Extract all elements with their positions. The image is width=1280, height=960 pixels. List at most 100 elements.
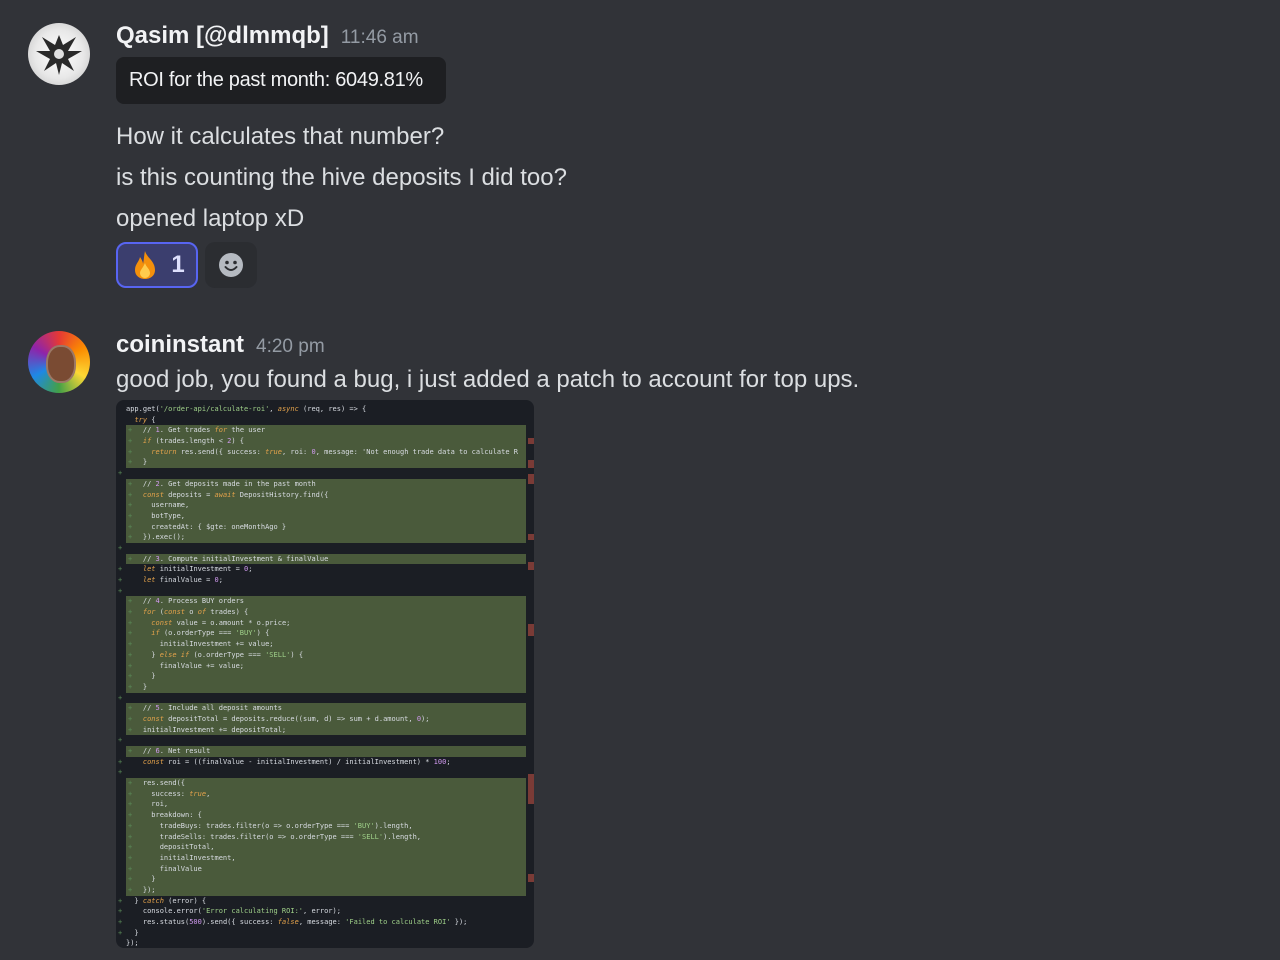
- code-line: + username,: [126, 500, 526, 511]
- code-text: tradeSells: trades.filter(o => o.orderTy…: [126, 832, 422, 841]
- code-text: }: [126, 928, 139, 937]
- diff-gutter-marker: +: [118, 565, 123, 574]
- code-line: + depositTotal,: [126, 842, 526, 853]
- code-line: + return res.send({ success: true, roi: …: [126, 446, 526, 458]
- code-line: + let finalValue = 0;: [116, 575, 534, 586]
- code-text: if (o.orderType === 'BUY') {: [151, 629, 270, 638]
- code-line: + // 6. Net result: [126, 746, 526, 757]
- code-text: initialInvestment,: [126, 853, 236, 862]
- message-text: good job, you found a bug, i just added …: [116, 366, 860, 393]
- code-text: depositTotal,: [126, 843, 215, 852]
- code-line: + }: [126, 671, 526, 682]
- code-line: + tradeBuys: trades.filter(o => o.orderT…: [126, 820, 526, 832]
- code-text: // 5. Include all deposit amounts: [126, 704, 282, 713]
- code-line: + } catch (error) {: [116, 896, 534, 907]
- code-line: + res.status(500).send({ success: false,…: [116, 917, 534, 928]
- avatar-face: [46, 345, 76, 383]
- code-text: initialInvestment += value;: [126, 640, 274, 649]
- code-line: + if (o.orderType === 'BUY') {: [126, 628, 526, 640]
- code-text: } catch (error) {: [126, 896, 207, 905]
- code-lines: app.get('/order-api/calculate-roi', asyn…: [116, 404, 534, 948]
- code-line: + tradeSells: trades.filter(o => o.order…: [126, 831, 526, 843]
- code-text: tradeBuys: trades.filter(o => o.orderTyp…: [126, 821, 413, 830]
- code-text: // 2. Get deposits made in the past mont…: [126, 479, 316, 488]
- code-text: if (trades.length < 2) {: [142, 437, 245, 446]
- diff-gutter-marker: +: [118, 896, 123, 905]
- code-text: roi,: [126, 800, 169, 809]
- code-text: breakdown: {: [126, 811, 202, 820]
- code-line: + const roi = ((finalValue - initialInve…: [116, 757, 534, 768]
- code-line: + console.error('Error calculating ROI:'…: [116, 906, 534, 917]
- diff-gutter-marker: +: [118, 586, 123, 595]
- code-line: +: [116, 735, 534, 746]
- code-line: + finalValue += value;: [126, 660, 526, 672]
- code-text: finalValue: [126, 864, 202, 873]
- diff-gutter-marker: +: [118, 907, 123, 916]
- code-text: console.error('Error calculating ROI:', …: [126, 907, 341, 916]
- diff-gutter-marker: +: [118, 757, 123, 766]
- user-avatar[interactable]: [28, 331, 90, 393]
- code-line: + // 2. Get deposits made in the past mo…: [126, 478, 526, 490]
- diff-gutter-marker: +: [118, 693, 123, 702]
- code-line: + } else if (o.orderType === 'SELL') {: [126, 649, 526, 661]
- message-2: coininstant 4:20 pm good job, you found …: [0, 0, 1280, 960]
- code-text: for (const o of trades) {: [142, 608, 249, 617]
- code-text: }).exec();: [126, 533, 186, 542]
- code-line: + // 3. Compute initialInvestment & fina…: [126, 553, 526, 565]
- code-text: try {: [134, 415, 156, 424]
- code-line: + breakdown: {: [126, 810, 526, 821]
- code-line: +: [116, 693, 534, 704]
- code-line: + const value = o.amount * o.price;: [126, 617, 526, 629]
- code-line: +: [116, 543, 534, 554]
- code-text: const value = o.amount * o.price;: [151, 618, 291, 627]
- code-text: }: [126, 875, 156, 884]
- timestamp[interactable]: 4:20 pm: [256, 336, 325, 358]
- code-text: }: [126, 672, 156, 681]
- code-line: + for (const o of trades) {: [126, 607, 526, 618]
- code-line: + botType,: [126, 510, 526, 522]
- code-line: + }: [116, 928, 534, 939]
- code-line: + }: [126, 457, 526, 469]
- diff-gutter-marker: +: [118, 768, 123, 777]
- code-line: + }: [126, 874, 526, 885]
- code-line: + createdAt: { $gte: oneMonthAgo }: [126, 521, 526, 533]
- code-line: +: [116, 767, 534, 778]
- code-text: let finalValue = 0;: [142, 576, 223, 584]
- code-text: }: [126, 682, 148, 691]
- code-text: finalValue += value;: [126, 661, 245, 670]
- code-text: initialInvestment += depositTotal;: [126, 725, 287, 734]
- code-text: app.get('/order-api/calculate-roi', asyn…: [126, 405, 367, 413]
- username[interactable]: coininstant: [116, 331, 244, 359]
- code-line: app.get('/order-api/calculate-roi', asyn…: [116, 404, 534, 415]
- code-text: });: [126, 939, 139, 948]
- code-text: const deposits = await DepositHistory.fi…: [142, 490, 329, 499]
- code-line: + const depositTotal = deposits.reduce((…: [126, 713, 526, 725]
- code-line: + finalValue: [126, 863, 526, 875]
- scrollbar-minimap[interactable]: [526, 414, 534, 948]
- code-line: + roi,: [126, 799, 526, 811]
- code-text: success: true,: [126, 789, 211, 798]
- code-text: createdAt: { $gte: oneMonthAgo }: [126, 522, 287, 531]
- code-text: // 4. Process BUY orders: [126, 597, 245, 606]
- code-text: const depositTotal = deposits.reduce((su…: [142, 714, 430, 723]
- code-line: });: [116, 938, 534, 948]
- code-line: try {: [116, 415, 534, 426]
- code-line: + const deposits = await DepositHistory.…: [126, 489, 526, 501]
- code-line: + initialInvestment,: [126, 852, 526, 864]
- diff-gutter-marker: +: [118, 928, 123, 937]
- code-line: + res.send({: [126, 778, 526, 789]
- diff-gutter-marker: +: [118, 469, 123, 478]
- code-text: res.status(500).send({ success: false, m…: [126, 918, 468, 926]
- code-text: res.send({: [126, 779, 186, 788]
- code-text: } else if (o.orderType === 'SELL') {: [126, 650, 304, 659]
- code-screenshot-attachment[interactable]: app.get('/order-api/calculate-roi', asyn…: [116, 400, 534, 948]
- code-line: + initialInvestment += value;: [126, 639, 526, 650]
- code-line: + }: [126, 681, 526, 693]
- code-line: + }).exec();: [126, 532, 526, 543]
- code-text: username,: [126, 501, 190, 510]
- code-text: // 1. Get trades for the user: [126, 426, 266, 435]
- code-text: }: [126, 458, 148, 467]
- code-text: return res.send({ success: true, roi: 0,…: [151, 447, 518, 456]
- code-text: });: [126, 885, 156, 894]
- code-line: + let initialInvestment = 0;: [116, 564, 534, 575]
